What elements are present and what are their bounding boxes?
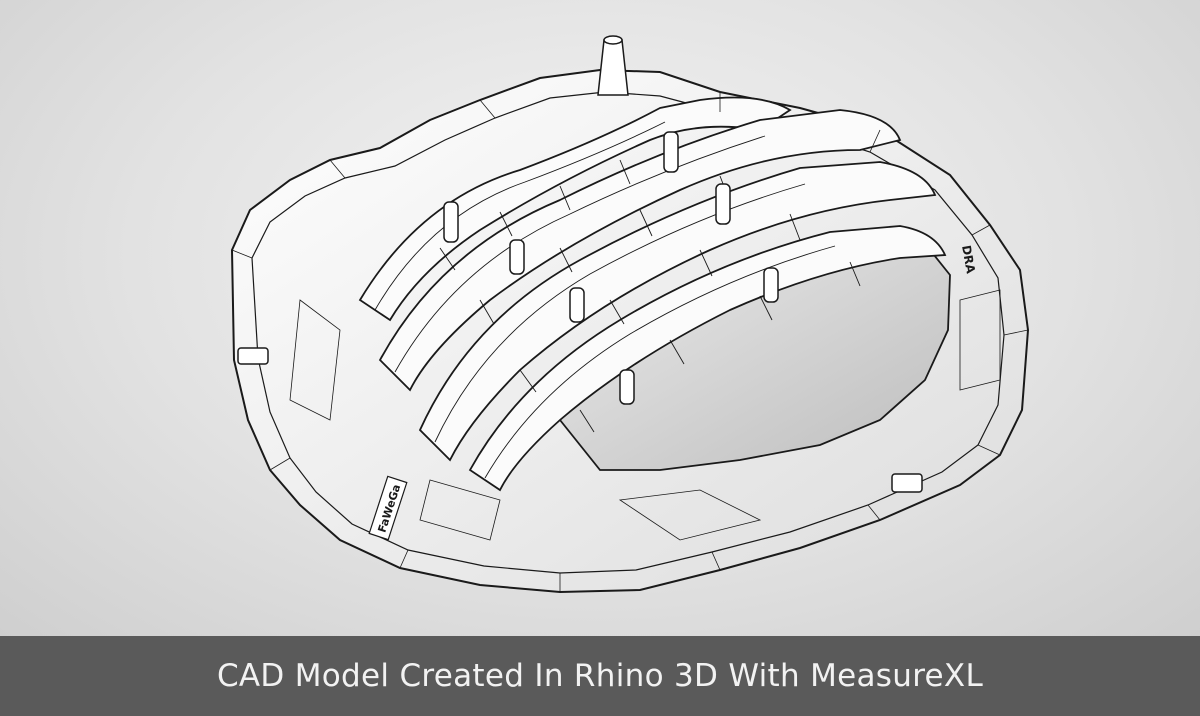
- caption-text: CAD Model Created In Rhino 3D With Measu…: [216, 658, 984, 694]
- cad-model-wireframe: FaWeGa DRA: [230, 35, 1030, 594]
- top-boss: [597, 39, 629, 96]
- model-viewport: FaWeGa DRA: [0, 0, 1200, 636]
- caption-bar: CAD Model Created In Rhino 3D With Measu…: [0, 636, 1200, 716]
